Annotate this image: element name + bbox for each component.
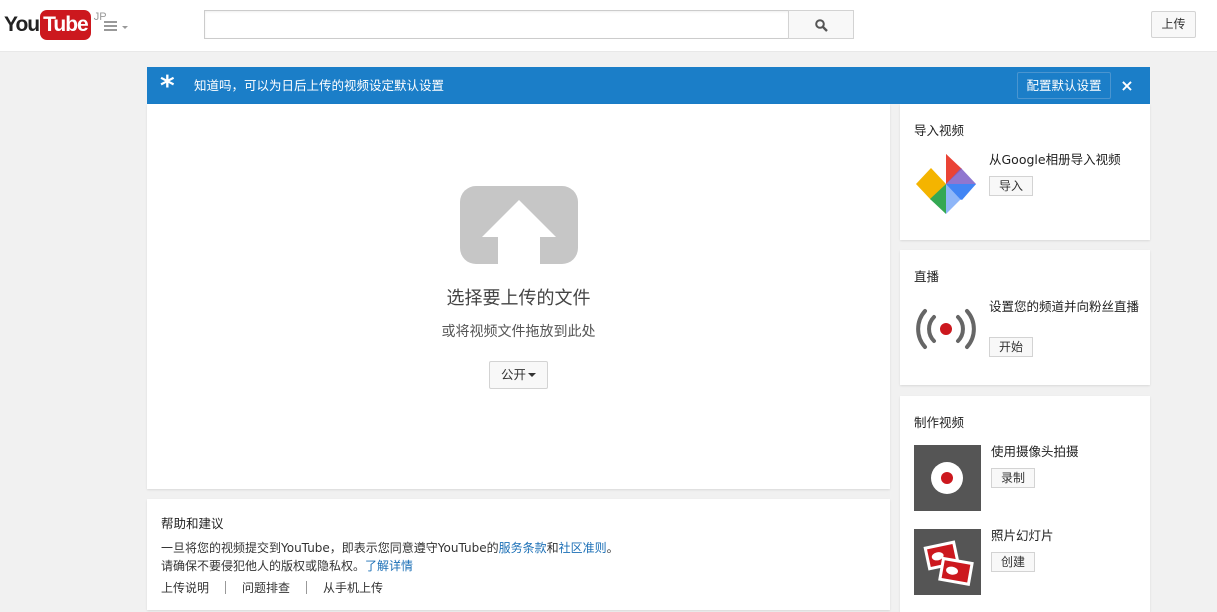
logo-you-text: You bbox=[4, 13, 40, 36]
notice-text: 知道吗，可以为日后上传的视频设定默认设置 bbox=[194, 78, 445, 93]
terms-of-service-link[interactable]: 服务条款 bbox=[499, 541, 547, 555]
logo-tube-text: Tube bbox=[40, 10, 91, 40]
upload-dropzone[interactable]: 选择要上传的文件 或将视频文件拖放到此处 公开 bbox=[147, 104, 890, 489]
privacy-dropdown-label: 公开 bbox=[501, 367, 527, 382]
slideshow-desc: 照片幻灯片 bbox=[991, 528, 1054, 543]
google-photos-icon bbox=[916, 154, 976, 214]
import-card-title: 导入视频 bbox=[914, 123, 965, 138]
troubleshooting-link[interactable]: 问题排查 bbox=[242, 579, 290, 596]
search-button[interactable] bbox=[788, 10, 854, 39]
terms-notice-text: 一旦将您的视频提交到YouTube，即表示您同意遵守YouTube的 bbox=[161, 541, 499, 555]
period-text: 。 bbox=[606, 541, 619, 555]
close-icon[interactable]: × bbox=[1117, 67, 1137, 104]
privacy-dropdown[interactable]: 公开 bbox=[489, 361, 548, 389]
caret-down-icon bbox=[122, 26, 128, 29]
live-stream-card: 直播 设置您的频道并向粉丝直播 开始 bbox=[900, 250, 1150, 385]
divider bbox=[225, 581, 227, 594]
and-text: 和 bbox=[546, 541, 559, 555]
webcam-thumbnail[interactable] bbox=[914, 445, 981, 511]
help-links: 上传说明 问题排查 从手机上传 bbox=[161, 579, 383, 596]
drag-drop-hint: 或将视频文件拖放到此处 bbox=[441, 324, 596, 340]
youtube-logo[interactable]: You Tube JP bbox=[4, 10, 107, 40]
create-slideshow-button[interactable]: 创建 bbox=[991, 552, 1036, 572]
copyright-notice: 请确保不要侵犯他人的版权或隐私权。了解详情 bbox=[161, 557, 413, 574]
copyright-notice-text: 请确保不要侵犯他人的版权或隐私权。 bbox=[161, 559, 366, 573]
photo-slideshow-icon bbox=[923, 540, 974, 586]
live-broadcast-icon bbox=[916, 309, 976, 349]
masthead: You Tube JP 上传 bbox=[0, 0, 1217, 52]
import-video-card: 导入视频 从Google相册导入视频 导入 bbox=[900, 104, 1150, 240]
caret-down-icon bbox=[528, 373, 536, 377]
start-live-button[interactable]: 开始 bbox=[989, 337, 1034, 357]
live-card-title: 直播 bbox=[914, 269, 940, 284]
webcam-desc: 使用摄像头拍摄 bbox=[991, 444, 1079, 459]
record-button[interactable]: 录制 bbox=[991, 468, 1036, 488]
record-icon bbox=[931, 462, 963, 494]
slideshow-thumbnail[interactable] bbox=[914, 529, 981, 595]
import-button[interactable]: 导入 bbox=[989, 176, 1034, 196]
import-card-desc: 从Google相册导入视频 bbox=[989, 152, 1121, 167]
default-settings-notice: * 知道吗，可以为日后上传的视频设定默认设置 配置默认设置 × bbox=[147, 67, 1150, 104]
search-icon bbox=[815, 19, 828, 32]
live-card-desc: 设置您的频道并向粉丝直播 bbox=[989, 299, 1140, 314]
help-title: 帮助和建议 bbox=[161, 516, 224, 531]
asterisk-icon: * bbox=[160, 69, 175, 102]
select-file-title[interactable]: 选择要上传的文件 bbox=[147, 284, 890, 310]
guide-menu-button[interactable] bbox=[104, 18, 130, 36]
divider bbox=[306, 581, 308, 594]
community-guidelines-link[interactable]: 社区准则 bbox=[559, 541, 607, 555]
learn-more-link[interactable]: 了解详情 bbox=[365, 559, 413, 573]
hamburger-icon bbox=[104, 21, 117, 31]
create-video-card: 制作视频 使用摄像头拍摄 录制 照片幻灯片 创建 bbox=[900, 396, 1150, 612]
configure-defaults-button[interactable]: 配置默认设置 bbox=[1017, 72, 1111, 99]
upload-button[interactable]: 上传 bbox=[1151, 11, 1196, 38]
mobile-upload-link[interactable]: 从手机上传 bbox=[323, 579, 383, 596]
terms-notice: 一旦将您的视频提交到YouTube，即表示您同意遵守YouTube的服务条款和社… bbox=[161, 539, 619, 556]
help-panel: 帮助和建议 一旦将您的视频提交到YouTube，即表示您同意遵守YouTube的… bbox=[147, 499, 890, 610]
upload-arrow-icon[interactable] bbox=[460, 186, 578, 264]
upload-instructions-link[interactable]: 上传说明 bbox=[161, 579, 209, 596]
search-input[interactable] bbox=[204, 10, 789, 39]
create-card-title: 制作视频 bbox=[914, 415, 965, 430]
